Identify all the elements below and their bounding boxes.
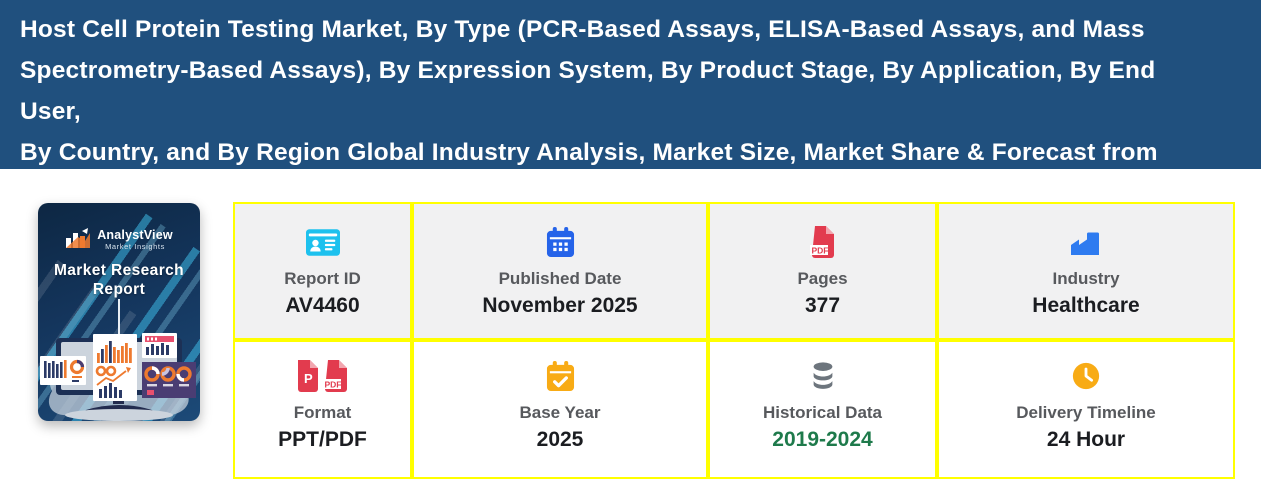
info-value: PPT/PDF — [278, 428, 367, 452]
brand-logo: AnalystView Market Insights — [38, 227, 200, 251]
brand-chart-icon — [65, 227, 91, 251]
brand-name: AnalystView — [97, 228, 173, 242]
info-cell-delivery-timeline: Delivery Timeline 24 Hour — [937, 340, 1235, 479]
info-label: Pages — [797, 269, 847, 289]
report-summary-section: AnalystView Market Insights Market Resea… — [0, 169, 1261, 501]
info-value: 2019-2024 — [772, 428, 872, 452]
page-header: Host Cell Protein Testing Market, By Typ… — [0, 0, 1261, 169]
svg-text:PDF: PDF — [324, 380, 341, 390]
info-value: November 2025 — [482, 294, 637, 318]
info-label: Format — [294, 403, 352, 423]
info-value: 2025 — [537, 428, 584, 452]
monitor-charts-illustration — [38, 333, 200, 421]
info-label: Published Date — [499, 269, 622, 289]
svg-text:P: P — [304, 371, 313, 386]
factory-icon — [1070, 228, 1102, 256]
id-card-icon — [306, 229, 340, 256]
info-cell-industry: Industry Healthcare — [937, 202, 1235, 340]
calendar-icon — [546, 227, 575, 258]
info-label: Historical Data — [763, 403, 882, 423]
report-info-grid: Report ID AV4460 Published Date November… — [233, 202, 1235, 479]
info-value: AV4460 — [285, 294, 359, 318]
info-cell-historical-data: Historical Data 2019-2024 — [708, 340, 937, 479]
info-cell-base-year: Base Year 2025 — [412, 340, 708, 479]
info-label: Industry — [1052, 269, 1119, 289]
info-label: Base Year — [520, 403, 601, 423]
report-cover-image: AnalystView Market Insights Market Resea… — [38, 203, 200, 421]
calendar-check-icon — [546, 361, 575, 392]
cover-title: Market Research Report — [38, 261, 200, 299]
info-cell-format: P PDF Format PPT/PDF — [233, 340, 412, 479]
brand-tagline: Market Insights — [97, 242, 173, 251]
clock-icon — [1071, 361, 1101, 391]
info-label: Report ID — [284, 269, 361, 289]
info-value: 377 — [805, 294, 840, 318]
info-value: Healthcare — [1032, 294, 1139, 318]
info-cell-pages: PDF Pages 377 — [708, 202, 937, 340]
info-label: Delivery Timeline — [1016, 403, 1156, 423]
ppt-pdf-files-icon: P PDF — [295, 360, 351, 392]
svg-text:PDF: PDF — [811, 246, 828, 256]
pdf-file-icon: PDF — [810, 226, 836, 258]
info-cell-published-date: Published Date November 2025 — [412, 202, 708, 340]
database-icon — [808, 361, 838, 391]
info-cell-report-id: Report ID AV4460 — [233, 202, 412, 340]
info-value: 24 Hour — [1047, 428, 1125, 452]
